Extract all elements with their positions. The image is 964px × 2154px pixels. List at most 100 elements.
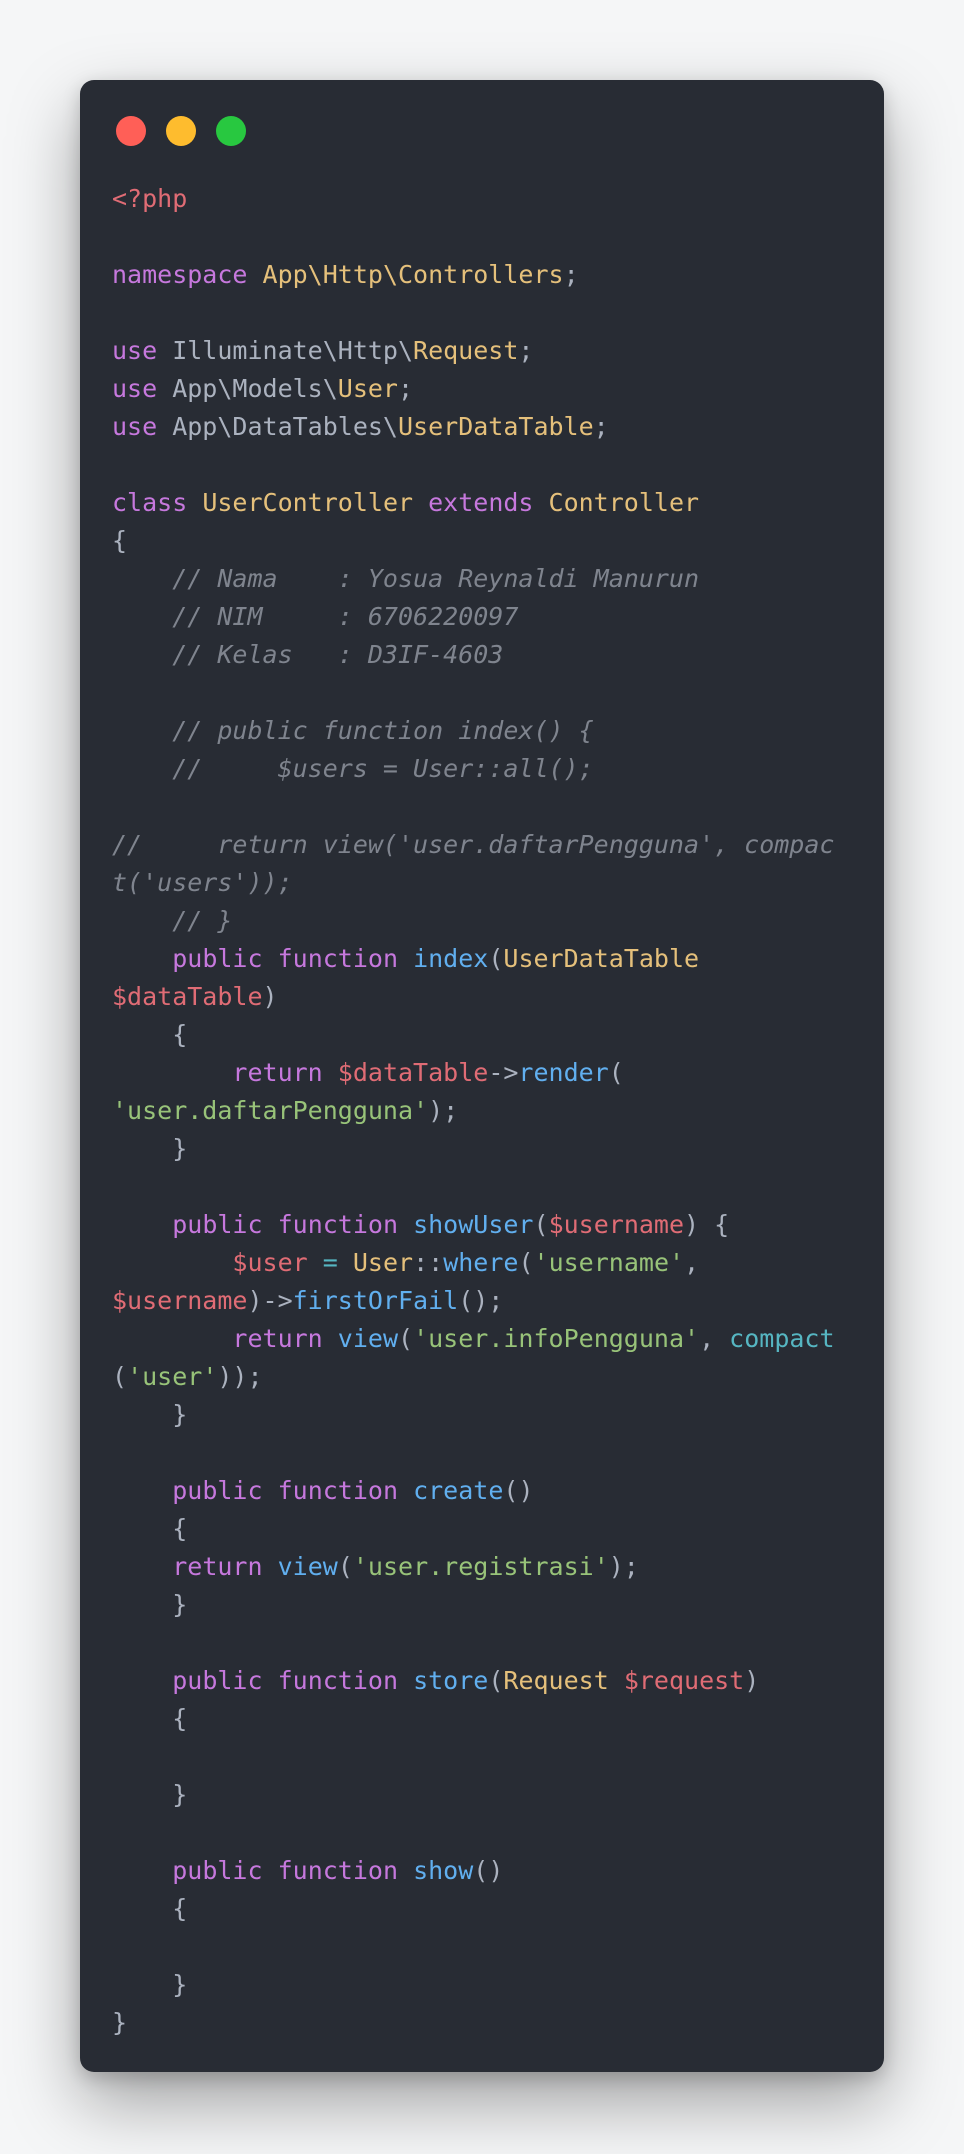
code-line: // NIM : 6706220097 xyxy=(112,598,852,636)
code-token-var: $user xyxy=(232,1247,308,1277)
code-token-comment: // Nama : Yosua Reynaldi Manurun xyxy=(172,563,700,593)
code-token-string: 'user.infoPengguna' xyxy=(413,1323,700,1353)
code-token-plain: ; xyxy=(398,373,414,403)
code-line: ('user')); xyxy=(112,1358,852,1396)
code-token-keyword: extends xyxy=(428,487,534,517)
code-token-keyword: use xyxy=(112,373,158,403)
code-token-plain: } xyxy=(112,1589,188,1619)
code-token-comment: // return view('user.daftarPengguna', co… xyxy=(112,829,835,859)
code-line: { xyxy=(112,1510,852,1548)
code-token-string: 'user.registrasi' xyxy=(352,1551,609,1581)
code-token-class: App\Http\Controllers xyxy=(262,259,564,289)
code-token-var: $dataTable xyxy=(112,981,263,1011)
code-token-plain: ( xyxy=(337,1551,353,1581)
code-token-func: where xyxy=(443,1247,519,1277)
code-line: public function index(UserDataTable xyxy=(112,940,852,978)
code-line: } xyxy=(112,1396,852,1434)
code-token-class: UserController xyxy=(202,487,414,517)
code-token-keyword: namespace xyxy=(112,259,248,289)
code-line: { xyxy=(112,1700,852,1738)
code-token-keyword: function xyxy=(277,1855,399,1885)
code-token-plain: { xyxy=(112,1703,188,1733)
code-token-keyword: function xyxy=(277,943,399,973)
code-line: { xyxy=(112,1890,852,1928)
code-token-comment: // } xyxy=(172,905,233,935)
code-token-keyword: function xyxy=(277,1475,399,1505)
code-token-class: Request xyxy=(503,1665,609,1695)
code-token-keyword: public xyxy=(172,1209,263,1239)
code-line: // } xyxy=(112,902,852,940)
code-line: { xyxy=(112,1016,852,1054)
code-token-builtin: compact xyxy=(729,1323,835,1353)
code-token-keyword: public xyxy=(172,1855,263,1885)
maximize-window-icon[interactable] xyxy=(216,116,246,146)
code-line: use App\DataTables\UserDataTable; xyxy=(112,408,852,446)
code-token-plain: ( xyxy=(398,1323,414,1353)
code-token-keyword: return xyxy=(232,1323,323,1353)
code-line: } xyxy=(112,2004,852,2042)
code-token-comment: // Kelas : D3IF-4603 xyxy=(172,639,504,669)
code-token-var: $dataTable xyxy=(337,1057,489,1087)
code-token-plain: App\Models\ xyxy=(157,373,338,403)
close-window-icon[interactable] xyxy=(116,116,146,146)
code-token-class: User xyxy=(352,1247,414,1277)
code-line: public function create() xyxy=(112,1472,852,1510)
code-token-plain: ; xyxy=(563,259,579,289)
code-token-class: UserDataTable xyxy=(503,943,700,973)
code-token-plain: { xyxy=(112,1513,188,1543)
code-token-plain: () xyxy=(503,1475,534,1505)
code-token-string: 'user.daftarPengguna' xyxy=(112,1095,429,1125)
code-token-func: create xyxy=(413,1475,504,1505)
minimize-window-icon[interactable] xyxy=(166,116,196,146)
code-token-keyword: function xyxy=(277,1209,399,1239)
code-line: { xyxy=(112,522,852,560)
code-token-plain: { xyxy=(112,1893,188,1923)
code-token-comment: // NIM : 6706220097 xyxy=(172,601,519,631)
code-line: // Nama : Yosua Reynaldi Manurun xyxy=(112,560,852,598)
code-token-func: show xyxy=(413,1855,474,1885)
code-token-plain: )-> xyxy=(247,1285,293,1315)
code-line: // $users = User::all(); xyxy=(112,750,852,788)
code-token-plain: } xyxy=(112,1133,188,1163)
code-token-plain: App\DataTables\ xyxy=(157,411,398,441)
code-token-plain: { xyxy=(112,1019,188,1049)
code-line: namespace App\Http\Controllers; xyxy=(112,256,852,294)
code-token-plain: :: xyxy=(413,1247,444,1277)
code-token-keyword: use xyxy=(112,411,158,441)
code-token-plain: Illuminate\Http\ xyxy=(157,335,414,365)
code-token-comment: // $users = User::all(); xyxy=(172,753,594,783)
code-token-comment: t('users')); xyxy=(112,867,293,897)
code-token-plain: ; xyxy=(518,335,534,365)
code-token-plain: ) xyxy=(744,1665,760,1695)
code-token-func: view xyxy=(277,1551,338,1581)
code-token-func: index xyxy=(413,943,489,973)
code-token-plain: , xyxy=(699,1323,730,1353)
code-line: public function store(Request $request) xyxy=(112,1662,852,1700)
code-token-string: 'user' xyxy=(127,1361,218,1391)
